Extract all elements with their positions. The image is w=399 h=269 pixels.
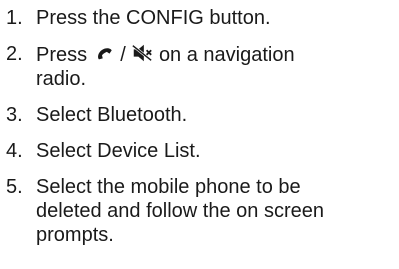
step-text-line2: radio. [36, 68, 87, 90]
step-2: 2. Press / on a navigation radio. [6, 42, 394, 91]
step-text: Select Device List. [36, 140, 201, 162]
step-number: 5. [6, 176, 23, 198]
step-text: Select Bluetooth. [36, 104, 188, 126]
step-1: 1. Press the CONFIG button. [6, 6, 394, 30]
step-text-line3: prompts. [36, 224, 114, 246]
step-text: Press / on a navigation radio. [36, 42, 394, 91]
step-text-after: on a navigation [158, 44, 295, 66]
step-4: 4. Select Device List. [6, 139, 394, 163]
step-number: 3. [6, 104, 23, 126]
step-5: 5. Select the mobile phone to be deleted… [6, 175, 394, 247]
step-text: Select the mobile phone to be deleted an… [36, 175, 394, 247]
step-text: Press the CONFIG button. [36, 7, 271, 29]
step-separator: / [120, 44, 126, 66]
step-text-before: Press [36, 44, 88, 66]
step-text-line1: Select the mobile phone to be [36, 176, 301, 198]
step-number: 4. [6, 140, 23, 162]
instruction-list: 1. Press the CONFIG button. 2. Press / o… [6, 6, 394, 259]
step-3: 3. Select Bluetooth. [6, 103, 394, 127]
phone-icon [93, 42, 115, 64]
mute-icon [131, 42, 153, 64]
step-text-line2: deleted and follow the on screen [36, 200, 324, 222]
step-number: 1. [6, 7, 23, 29]
step-number: 2. [6, 43, 23, 65]
